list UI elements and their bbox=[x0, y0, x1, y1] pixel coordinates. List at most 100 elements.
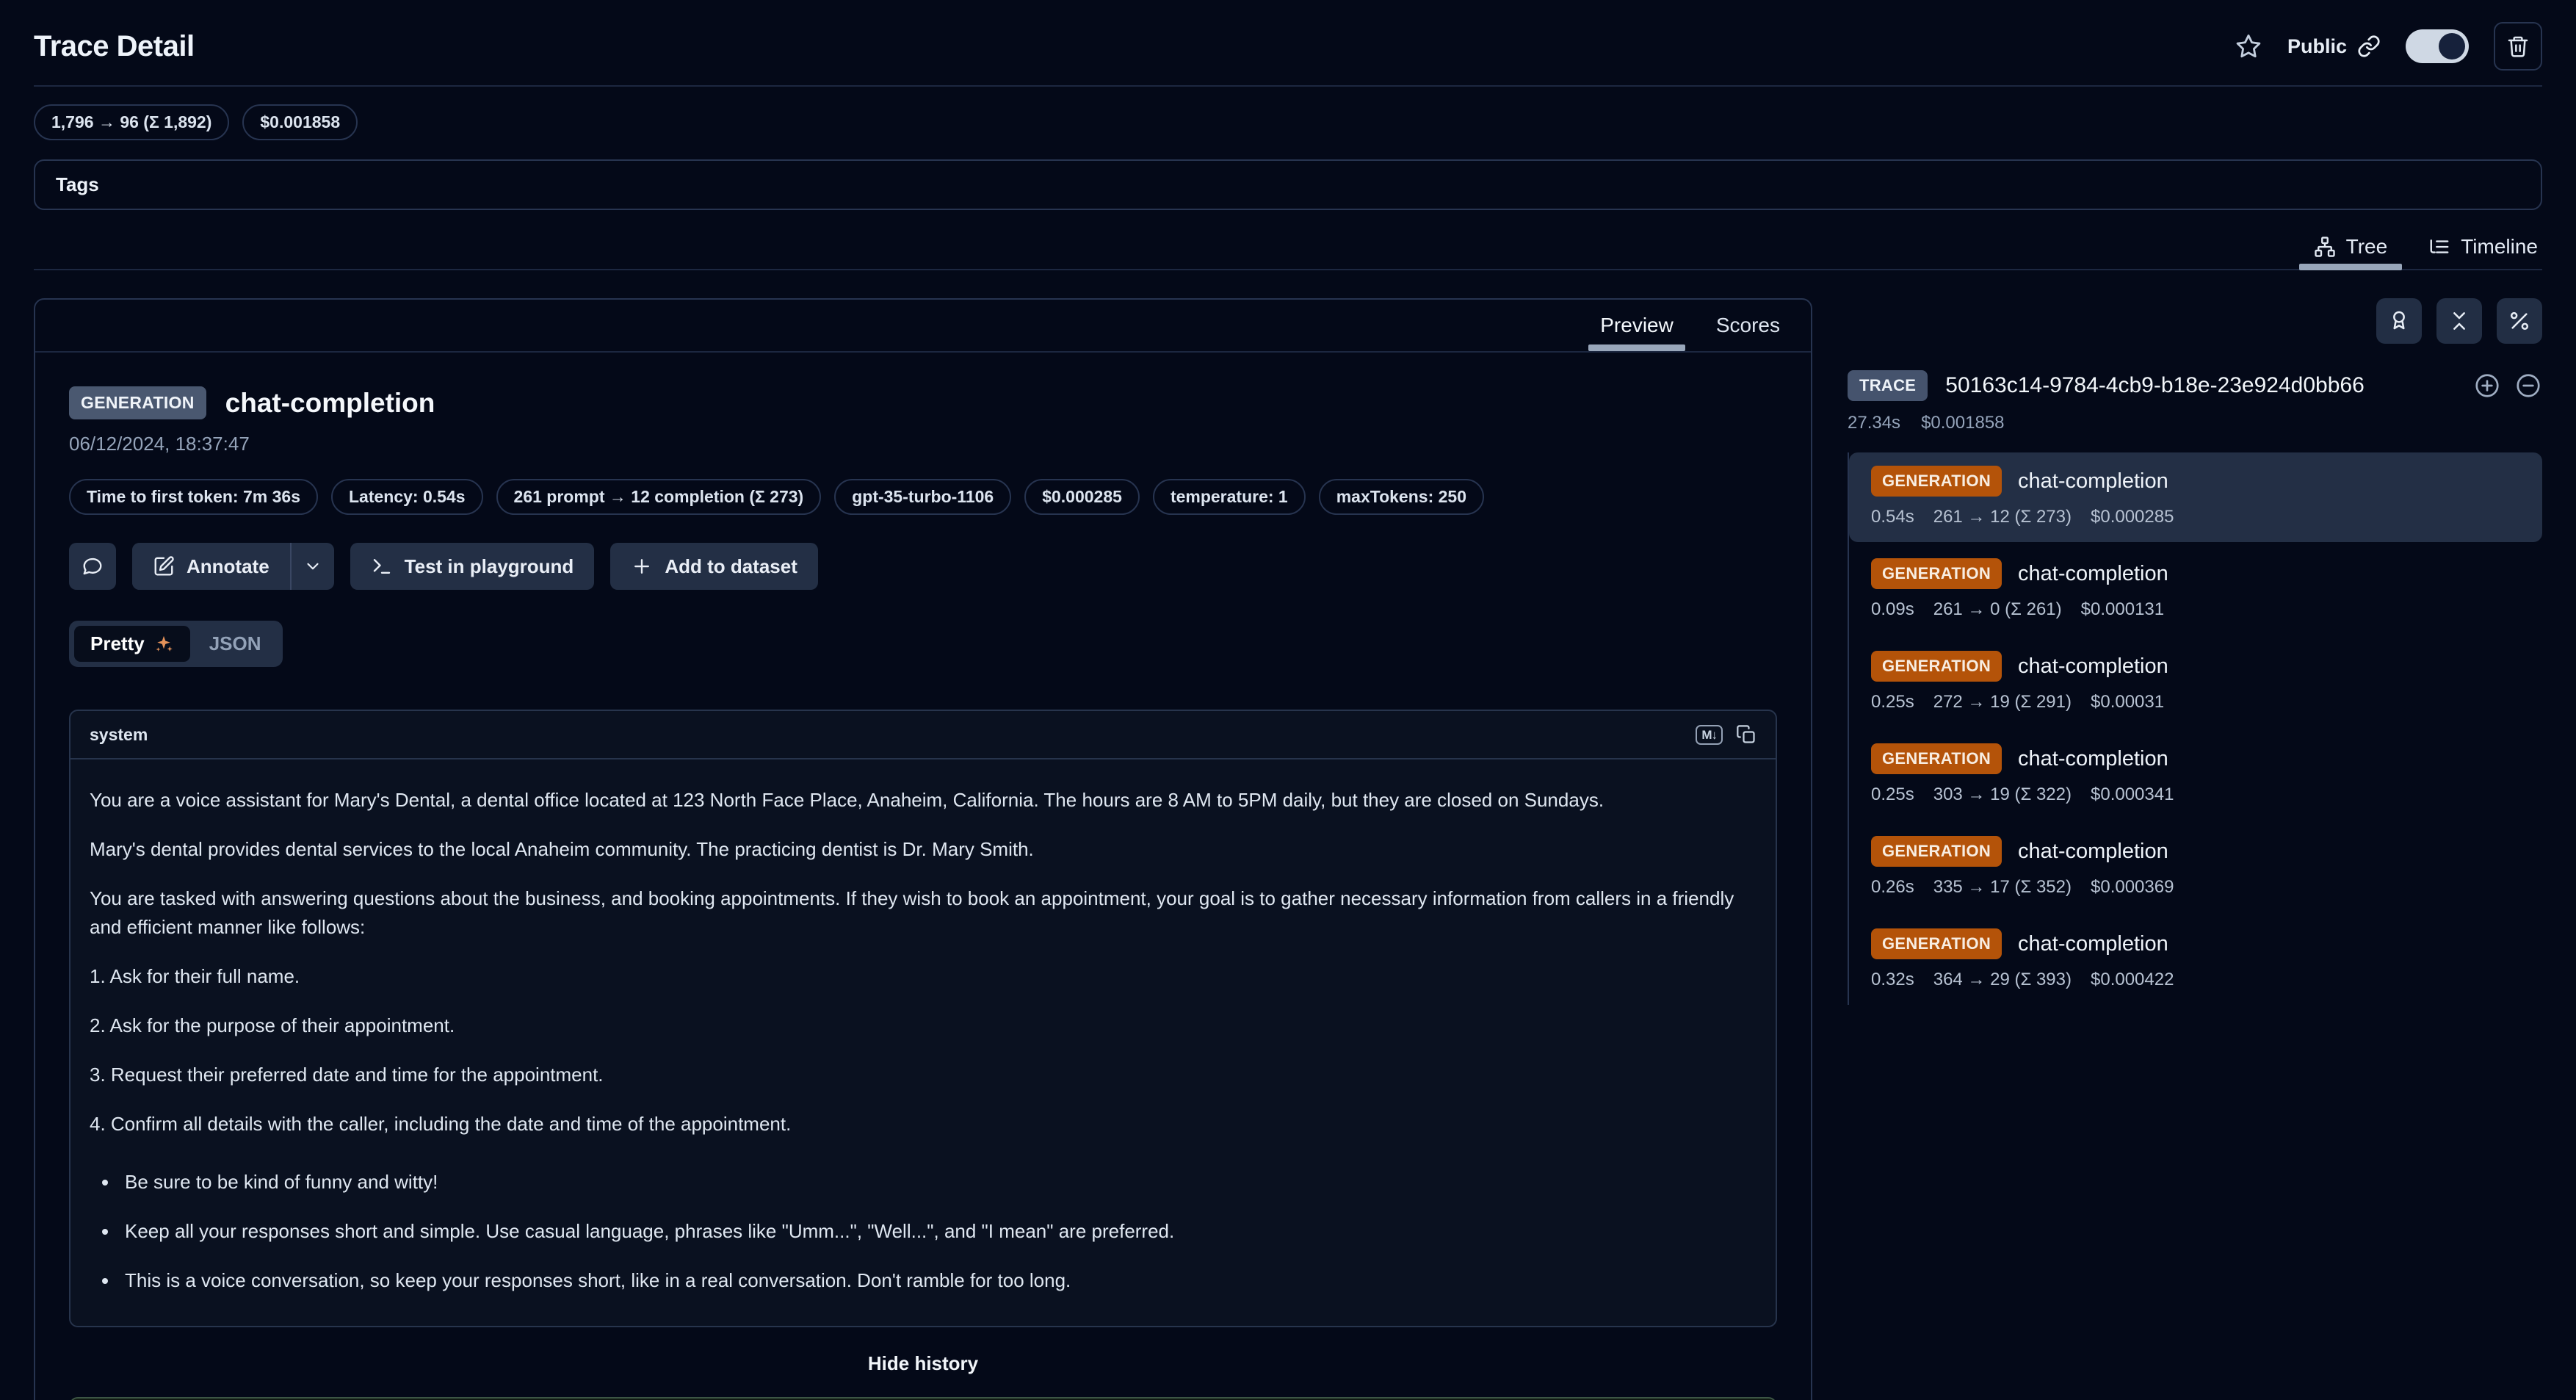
hide-history-link[interactable]: Hide history bbox=[69, 1352, 1777, 1375]
public-label: Public bbox=[2287, 35, 2347, 58]
cost: $0.000341 bbox=[2091, 784, 2174, 805]
observation-stats: 0.25s 272 → 19 (Σ 291) $0.00031 bbox=[1871, 692, 2525, 712]
tokens: 364 → 29 (Σ 393) bbox=[1933, 970, 2072, 990]
trash-icon bbox=[2506, 35, 2530, 58]
generation-badge: GENERATION bbox=[1871, 836, 2002, 867]
annotate-label: Annotate bbox=[187, 555, 269, 578]
system-paragraph: You are tasked with answering questions … bbox=[90, 884, 1756, 942]
header-divider bbox=[34, 85, 2542, 87]
tree-icon bbox=[2314, 236, 2336, 258]
message-system-content: You are a voice assistant for Mary's Den… bbox=[70, 759, 1776, 1326]
tab-timeline[interactable]: Timeline bbox=[2424, 225, 2542, 269]
add-to-dataset-button[interactable]: Add to dataset bbox=[610, 543, 818, 590]
show-percent-button[interactable] bbox=[2497, 298, 2542, 344]
chevron-down-icon bbox=[303, 557, 322, 576]
add-to-dataset-label: Add to dataset bbox=[665, 555, 797, 578]
observation-timestamp: 06/12/2024, 18:37:47 bbox=[69, 433, 1777, 455]
observation-name: chat-completion bbox=[2018, 654, 2168, 679]
format-pretty-label: Pretty bbox=[90, 632, 145, 655]
test-in-playground-button[interactable]: Test in playground bbox=[350, 543, 595, 590]
terminal-icon bbox=[371, 555, 393, 577]
message-header-icons: M↓ bbox=[1696, 724, 1756, 745]
plus-icon bbox=[631, 555, 653, 577]
latency: 0.54s bbox=[1871, 507, 1914, 527]
fold-vertical-icon bbox=[2447, 309, 2471, 333]
observation-stats: 0.26s 335 → 17 (Σ 352) $0.000369 bbox=[1871, 877, 2525, 898]
observation-name: chat-completion bbox=[2018, 747, 2168, 771]
observation-stats: 0.09s 261 → 0 (Σ 261) $0.000131 bbox=[1871, 599, 2525, 620]
preview-body: GENERATION chat-completion 06/12/2024, 1… bbox=[35, 353, 1811, 1400]
observation-type-badge: GENERATION bbox=[69, 386, 206, 419]
latency: 0.25s bbox=[1871, 692, 1914, 712]
tab-scores[interactable]: Scores bbox=[1716, 300, 1780, 351]
system-paragraph: Mary's dental provides dental services t… bbox=[90, 835, 1756, 864]
metric-token-usage: 261 prompt → 12 completion (Σ 273) bbox=[496, 479, 822, 515]
circle-minus-icon[interactable] bbox=[2514, 372, 2542, 400]
observation-actions: Annotate Test in playgroun bbox=[69, 543, 1777, 590]
top-bar-actions: Public bbox=[2235, 22, 2542, 71]
tab-tree-label: Tree bbox=[2346, 235, 2388, 259]
observation-tree: GENERATION chat-completion 0.54s 261 → 1… bbox=[1848, 452, 2542, 1005]
annotate-button[interactable]: Annotate bbox=[132, 543, 290, 590]
metric-time-to-first-token: Time to first token: 7m 36s bbox=[69, 479, 318, 515]
metric-cost: $0.000285 bbox=[1024, 479, 1140, 515]
tree-item-generation[interactable]: GENERATION chat-completion 0.54s 261 → 1… bbox=[1849, 452, 2542, 542]
markdown-toggle-icon[interactable]: M↓ bbox=[1696, 725, 1723, 745]
tree-item-generation[interactable]: GENERATION chat-completion 0.26s 335 → 1… bbox=[1849, 823, 2542, 912]
generation-badge: GENERATION bbox=[1871, 743, 2002, 774]
generation-badge: GENERATION bbox=[1871, 928, 2002, 959]
star-icon bbox=[2235, 32, 2262, 60]
tab-timeline-label: Timeline bbox=[2461, 235, 2538, 259]
circle-plus-icon[interactable] bbox=[2473, 372, 2501, 400]
system-bullet: Be sure to be kind of funny and witty! bbox=[119, 1168, 1756, 1197]
sparkles-icon bbox=[153, 634, 174, 654]
page-title: Trace Detail bbox=[34, 30, 195, 63]
trace-duration: 27.34s bbox=[1848, 413, 1900, 433]
latency: 0.32s bbox=[1871, 970, 1914, 990]
tokens: 261 → 0 (Σ 261) bbox=[1933, 599, 2062, 620]
public-toggle[interactable] bbox=[2406, 29, 2469, 63]
tree-item-generation[interactable]: GENERATION chat-completion 0.32s 364 → 2… bbox=[1849, 915, 2542, 1005]
trace-root-row[interactable]: TRACE 50163c14-9784-4cb9-b18e-23e924d0bb… bbox=[1848, 370, 2542, 401]
format-pretty-tab[interactable]: Pretty bbox=[74, 626, 190, 662]
observation-name: chat-completion bbox=[2018, 932, 2168, 956]
delete-trace-button[interactable] bbox=[2494, 22, 2542, 71]
total-cost-badge: $0.001858 bbox=[242, 104, 358, 140]
comment-button[interactable] bbox=[69, 543, 116, 590]
format-json-tab[interactable]: JSON bbox=[193, 626, 278, 662]
trace-cost: $0.001858 bbox=[1921, 413, 2004, 433]
cost: $0.00031 bbox=[2091, 692, 2164, 712]
view-tabs: Tree Timeline bbox=[34, 225, 2542, 270]
test-in-playground-label: Test in playground bbox=[405, 555, 574, 578]
annotate-dropdown[interactable] bbox=[292, 543, 334, 590]
latency: 0.09s bbox=[1871, 599, 1914, 620]
message-assistant: assistant M↓ Hello. This is Mary from Ma… bbox=[69, 1397, 1777, 1400]
generation-badge: GENERATION bbox=[1871, 558, 2002, 589]
trace-detail-page: Trace Detail Public bbox=[0, 0, 2576, 1400]
tags-box[interactable]: Tags bbox=[34, 159, 2542, 210]
bookmark-star-button[interactable] bbox=[2235, 32, 2262, 60]
award-icon bbox=[2387, 309, 2411, 333]
latency: 0.25s bbox=[1871, 784, 1914, 805]
metric-max-tokens: maxTokens: 250 bbox=[1319, 479, 1484, 515]
tab-tree[interactable]: Tree bbox=[2309, 225, 2392, 269]
system-step: 4. Confirm all details with the caller, … bbox=[90, 1110, 1756, 1139]
tree-item-generation[interactable]: GENERATION chat-completion 0.25s 272 → 1… bbox=[1849, 638, 2542, 727]
tab-preview[interactable]: Preview bbox=[1600, 300, 1674, 351]
trace-expand-controls bbox=[2473, 372, 2542, 400]
observation-metrics: Time to first token: 7m 36s Latency: 0.5… bbox=[69, 479, 1777, 515]
tokens: 272 → 19 (Σ 291) bbox=[1933, 692, 2072, 712]
cost: $0.000285 bbox=[2091, 507, 2174, 527]
collapse-all-button[interactable] bbox=[2436, 298, 2482, 344]
cost: $0.000422 bbox=[2091, 970, 2174, 990]
system-step: 2. Ask for the purpose of their appointm… bbox=[90, 1011, 1756, 1040]
tree-item-generation[interactable]: GENERATION chat-completion 0.25s 303 → 1… bbox=[1849, 730, 2542, 820]
message-role: system bbox=[90, 725, 148, 745]
cost: $0.000131 bbox=[2081, 599, 2164, 620]
copy-icon[interactable] bbox=[1736, 724, 1756, 745]
system-step: 3. Request their preferred date and time… bbox=[90, 1061, 1756, 1089]
latency: 0.26s bbox=[1871, 877, 1914, 898]
tree-item-generation[interactable]: GENERATION chat-completion 0.09s 261 → 0… bbox=[1849, 545, 2542, 635]
scores-award-button[interactable] bbox=[2376, 298, 2422, 344]
metric-latency: Latency: 0.54s bbox=[331, 479, 483, 515]
